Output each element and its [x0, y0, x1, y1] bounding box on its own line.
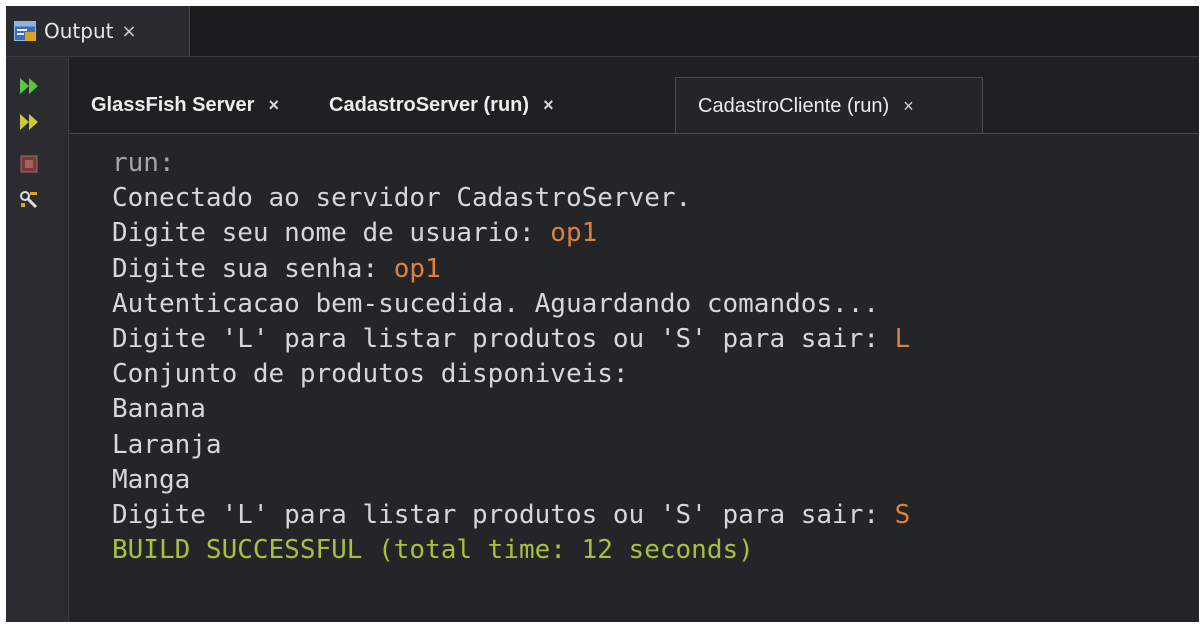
console-line: Banana	[112, 394, 206, 425]
console-line: Digite 'L' para listar produtos ou 'S' p…	[112, 499, 911, 530]
console-line: Conjunto de produtos disponiveis:	[112, 359, 629, 390]
tab-label: GlassFish Server	[91, 94, 255, 116]
console-lines: run: Conectado ao servidor CadastroServe…	[112, 146, 910, 568]
console-line: Laranja	[112, 429, 222, 460]
build-status-line: BUILD SUCCESSFUL (total time: 12 seconds…	[112, 535, 754, 566]
tab-cadastro-cliente[interactable]: CadastroCliente (run) ×	[675, 77, 983, 134]
user-input: L	[894, 323, 911, 354]
console-line: Conectado ao servidor CadastroServer.	[112, 183, 692, 214]
close-icon[interactable]: ×	[268, 95, 279, 116]
console-line: Manga	[112, 464, 191, 495]
output-window: Output × GlassFish Server × CadastroServ…	[6, 6, 1199, 622]
console-line: Digite 'L' para listar produtos ou 'S' p…	[112, 323, 911, 354]
rerun-with-arguments-icon	[20, 114, 38, 130]
close-icon[interactable]: ×	[121, 21, 136, 42]
window-tab-bar: Output ×	[6, 6, 1199, 57]
tab-label: CadastroServer (run)	[329, 94, 530, 116]
console-line: Digite seu nome de usuario: op1	[112, 218, 598, 249]
settings-button[interactable]	[14, 185, 44, 215]
console-line: Autenticacao bem-sucedida. Aguardando co…	[112, 288, 880, 319]
output-window-tab[interactable]: Output ×	[6, 6, 190, 56]
tab-glassfish-server[interactable]: GlassFish Server ×	[69, 77, 307, 134]
stop-icon	[20, 155, 38, 173]
console-tab-bar: GlassFish Server × CadastroServer (run) …	[69, 57, 1199, 134]
tab-label: CadastroCliente (run)	[698, 94, 890, 117]
user-input: op1	[550, 218, 598, 249]
rerun-icon	[20, 78, 38, 94]
console-output[interactable]: run: Conectado ao servidor CadastroServe…	[69, 134, 1199, 622]
close-icon[interactable]: ×	[543, 95, 554, 116]
output-window-icon	[14, 21, 36, 41]
close-icon[interactable]: ×	[903, 96, 914, 117]
console-line: run:	[112, 148, 175, 178]
console-line: Digite sua senha: op1	[112, 253, 441, 284]
user-input: op1	[393, 253, 441, 284]
user-input: S	[894, 499, 911, 530]
tab-cadastro-server[interactable]: CadastroServer (run) ×	[307, 77, 675, 134]
output-window-title: Output	[44, 19, 114, 43]
stop-button[interactable]	[14, 149, 44, 179]
rerun-with-arguments-button[interactable]	[14, 107, 44, 137]
settings-icon	[20, 191, 38, 209]
rerun-button[interactable]	[14, 71, 44, 101]
console-toolbar	[6, 57, 69, 622]
